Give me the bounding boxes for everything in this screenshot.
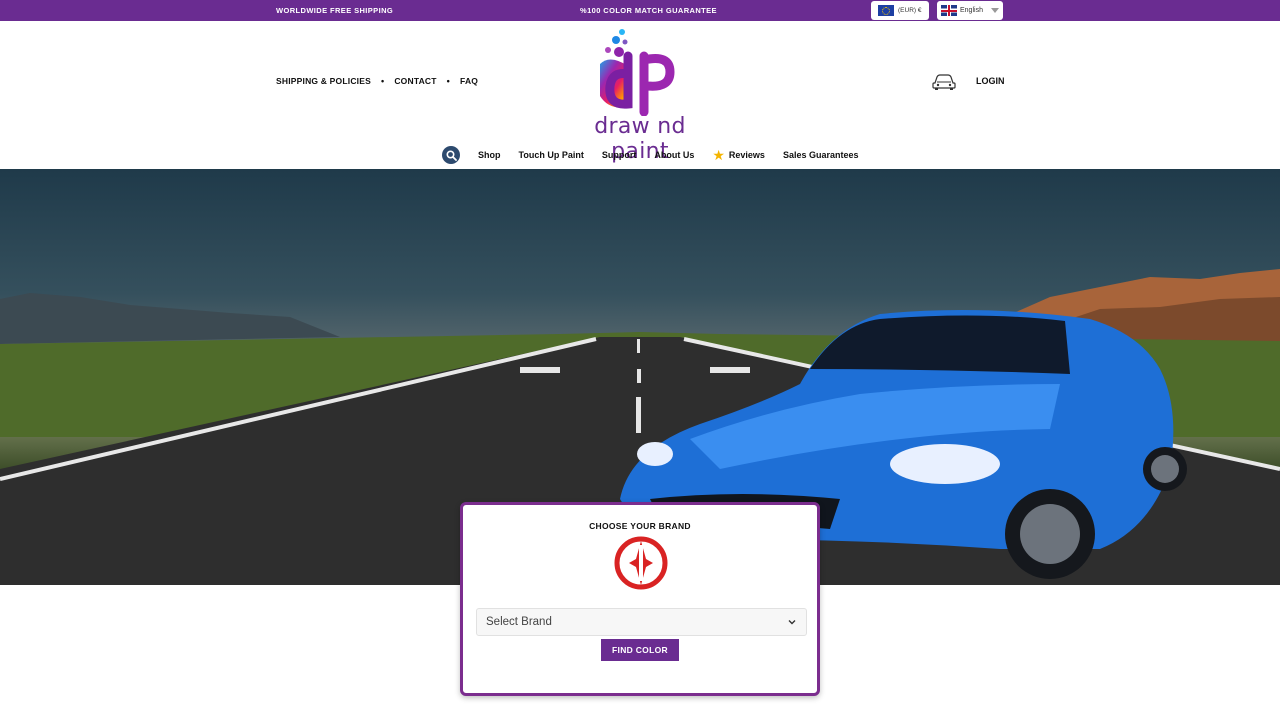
nav-sales-guarantees[interactable]: Sales Guarantees (783, 150, 859, 160)
nav-shop[interactable]: Shop (478, 150, 501, 160)
nav-separator: • (446, 76, 451, 86)
color-match-guarantee-text: %100 COLOR MATCH GUARANTEE (580, 6, 717, 15)
nav-contact[interactable]: CONTACT (394, 76, 436, 86)
star-icon: ★ (712, 147, 725, 163)
uk-flag-icon (941, 5, 957, 16)
free-shipping-text: WORLDWIDE FREE SHIPPING (276, 6, 394, 15)
choose-brand-title: CHOOSE YOUR BRAND (589, 521, 691, 531)
chevron-down-icon (788, 620, 796, 625)
site-logo[interactable]: draw nd paint (570, 26, 710, 164)
search-icon (445, 149, 457, 161)
nav-about-us[interactable]: About Us (654, 150, 694, 160)
nav-shipping-policies[interactable]: SHIPPING & POLICIES (276, 76, 371, 86)
currency-label: (EUR) € (898, 7, 922, 14)
logo-mark-icon (600, 29, 675, 117)
nav-reviews-label: Reviews (728, 150, 765, 160)
brand-select-value: Select Brand (486, 616, 552, 628)
brand-selector-panel: CHOOSE YOUR BRAND Select Brand FIND COLO… (460, 502, 820, 696)
language-label: English (960, 7, 983, 14)
currency-selector[interactable]: (EUR) € (871, 1, 929, 20)
header-nav-left: SHIPPING & POLICIES • CONTACT • FAQ (276, 76, 478, 86)
nav-support[interactable]: Support (602, 150, 637, 160)
brand-select-dropdown[interactable]: Select Brand (476, 608, 807, 636)
nav-touch-up-paint[interactable]: Touch Up Paint (519, 150, 584, 160)
language-selector[interactable]: English (937, 1, 1003, 20)
chevron-down-icon (990, 8, 999, 13)
login-link[interactable]: LOGIN (976, 76, 1005, 86)
nav-faq[interactable]: FAQ (460, 76, 478, 86)
nav-separator: • (380, 76, 385, 86)
find-color-button[interactable]: FIND COLOR (601, 639, 679, 661)
main-nav: Shop Touch Up Paint Support About Us ★ R… (442, 146, 876, 164)
nav-reviews[interactable]: ★ Reviews (712, 148, 765, 162)
site-header: SHIPPING & POLICIES • CONTACT • FAQ draw… (0, 21, 1280, 169)
brand-emblem-icon (614, 536, 668, 590)
car-icon[interactable] (932, 73, 956, 91)
top-bar: WORLDWIDE FREE SHIPPING %100 COLOR MATCH… (0, 0, 1280, 21)
search-button[interactable] (442, 146, 460, 164)
eu-flag-icon (878, 5, 894, 16)
